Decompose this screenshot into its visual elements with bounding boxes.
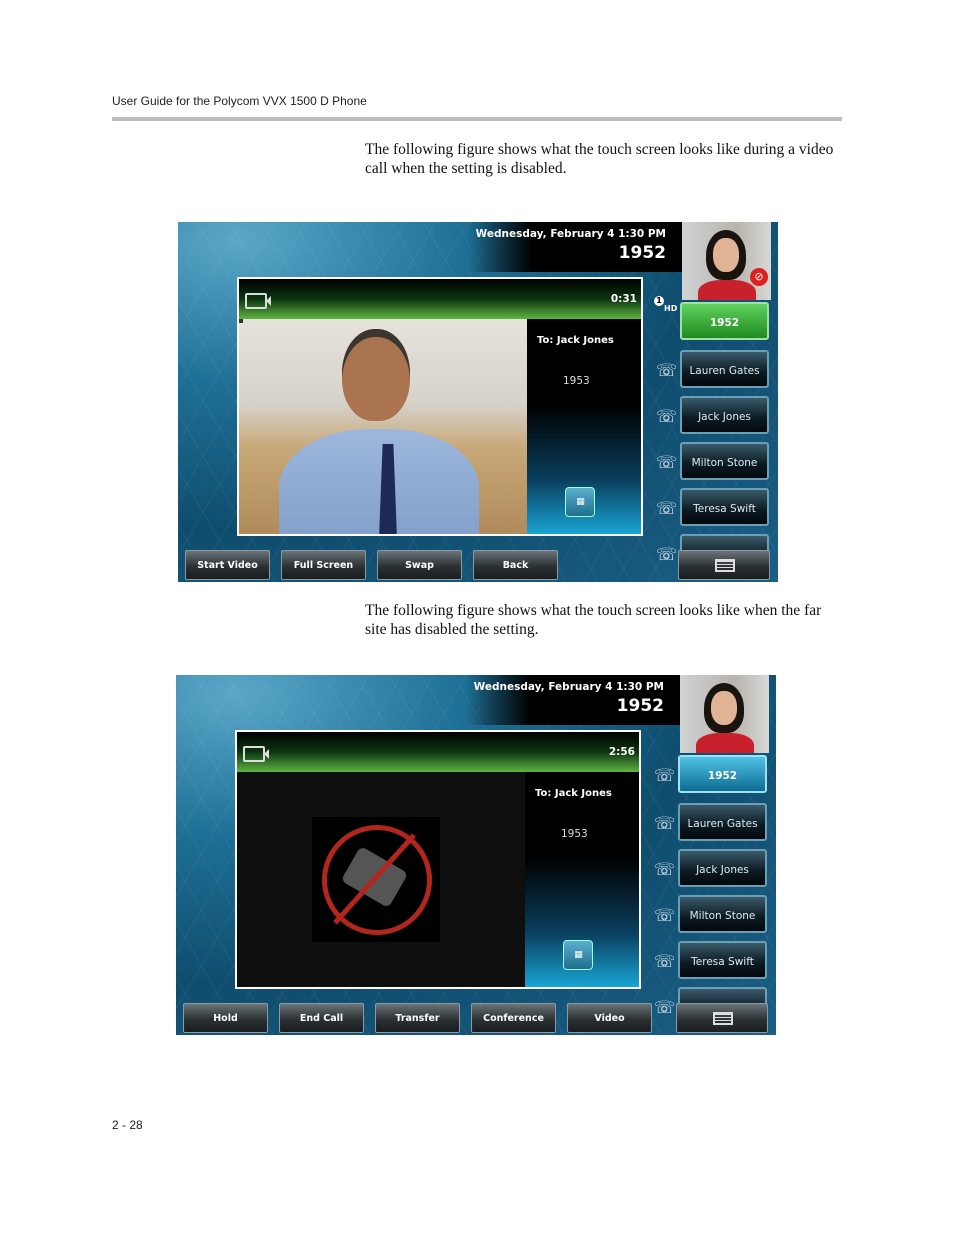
softkey-conference[interactable]: Conference	[471, 1003, 556, 1033]
line-key-teresa-swift[interactable]: Teresa Swift	[678, 941, 767, 979]
extension-number: 1952	[616, 696, 664, 716]
softkey-back[interactable]: Back	[473, 550, 558, 580]
menu-button[interactable]	[676, 1003, 768, 1033]
video-camera-icon	[243, 746, 269, 762]
line-key-jack-jones[interactable]: Jack Jones	[678, 849, 767, 887]
phone-handset-icon: ☏	[656, 545, 678, 565]
paragraph-2: The following figure shows what the touc…	[365, 602, 822, 638]
softkey-hold[interactable]: Hold	[183, 1003, 268, 1033]
phone-handset-icon: ☏	[654, 860, 676, 880]
softkey-start-video[interactable]: Start Video	[185, 550, 270, 580]
document-page: User Guide for the Polycom VVX 1500 D Ph…	[0, 0, 954, 1235]
video-disabled-icon	[312, 817, 440, 942]
self-view-avatar[interactable]	[680, 675, 769, 753]
dialpad-icon[interactable]: ▦	[563, 940, 593, 970]
avatar-body	[698, 280, 756, 300]
dialpad-icon[interactable]: ▦	[565, 487, 595, 517]
avatar-face	[713, 238, 739, 272]
avatar-body	[696, 733, 754, 753]
avatar-face	[711, 691, 737, 725]
self-view-avatar[interactable]	[682, 222, 771, 300]
to-label: To: Jack Jones	[535, 788, 612, 799]
call-panel: 0:31 To: Jack Jones 1953 ▦	[237, 277, 643, 536]
line-key-1952[interactable]: 1952	[678, 755, 767, 793]
line-count-badge: 1	[654, 296, 664, 306]
softkey-transfer[interactable]: Transfer	[375, 1003, 460, 1033]
call-header-bar: 0:31	[239, 279, 641, 319]
extension-number: 1952	[618, 243, 666, 263]
far-end-video[interactable]	[239, 319, 527, 534]
hd-indicator: HD	[664, 304, 678, 313]
phone-handset-icon: ☏	[654, 952, 676, 972]
phone-handset-icon: ☏	[656, 499, 678, 519]
phone-handset-icon: ☏	[654, 814, 676, 834]
running-head: User Guide for the Polycom VVX 1500 D Ph…	[112, 94, 367, 108]
phone-screen-video-call: Wednesday, February 4 1:30 PM 1952 ⊘ 0:31 To…	[178, 222, 778, 582]
line-key-milton-stone[interactable]: Milton Stone	[680, 442, 769, 480]
line-key-1952[interactable]: 1952	[680, 302, 769, 340]
menu-icon	[713, 1012, 733, 1025]
phone-handset-icon: ☏	[656, 453, 678, 473]
phone-handset-icon: ☏	[656, 407, 678, 427]
softkey-end-call[interactable]: End Call	[279, 1003, 364, 1033]
softkey-full-screen[interactable]: Full Screen	[281, 550, 366, 580]
phone-screen-far-video-disabled: Wednesday, February 4 1:30 PM 1952 2:56 To:…	[176, 675, 776, 1035]
softkey-swap[interactable]: Swap	[377, 550, 462, 580]
person-body	[279, 429, 479, 534]
call-panel: 2:56 To: Jack Jones 1953 ▦	[235, 730, 641, 989]
call-info-panel: To: Jack Jones 1953 ▦	[525, 772, 639, 987]
person-head	[342, 329, 410, 421]
line-key-lauren-gates[interactable]: Lauren Gates	[678, 803, 767, 841]
call-header-bar: 2:56	[237, 732, 639, 772]
far-end-video[interactable]	[237, 772, 525, 987]
softkey-video[interactable]: Video	[567, 1003, 652, 1033]
date-time: Wednesday, February 4 1:30 PM	[473, 681, 664, 693]
remote-number: 1953	[563, 375, 590, 387]
menu-button[interactable]	[678, 550, 770, 580]
video-muted-icon: ⊘	[750, 268, 768, 286]
line-key-milton-stone[interactable]: Milton Stone	[678, 895, 767, 933]
menu-icon	[715, 559, 735, 572]
phone-handset-icon: ☏	[654, 906, 676, 926]
date-time: Wednesday, February 4 1:30 PM	[475, 228, 666, 240]
call-info-panel: To: Jack Jones 1953 ▦	[527, 319, 641, 534]
line-key-lauren-gates[interactable]: Lauren Gates	[680, 350, 769, 388]
phone-handset-icon: ☏	[654, 998, 676, 1018]
phone-handset-icon: ☏	[656, 361, 678, 381]
page-number: 2 - 28	[112, 1118, 143, 1132]
header-rule	[112, 117, 842, 121]
paragraph-1: The following figure shows what the touc…	[365, 141, 834, 177]
video-camera-icon	[245, 293, 271, 309]
line-key-teresa-swift[interactable]: Teresa Swift	[680, 488, 769, 526]
to-label: To: Jack Jones	[537, 335, 614, 346]
line-key-jack-jones[interactable]: Jack Jones	[680, 396, 769, 434]
remote-number: 1953	[561, 828, 588, 840]
call-timer: 0:31	[610, 293, 637, 305]
phone-handset-icon: ☏	[654, 766, 676, 786]
monitor-3	[239, 319, 243, 323]
call-timer: 2:56	[608, 746, 635, 758]
